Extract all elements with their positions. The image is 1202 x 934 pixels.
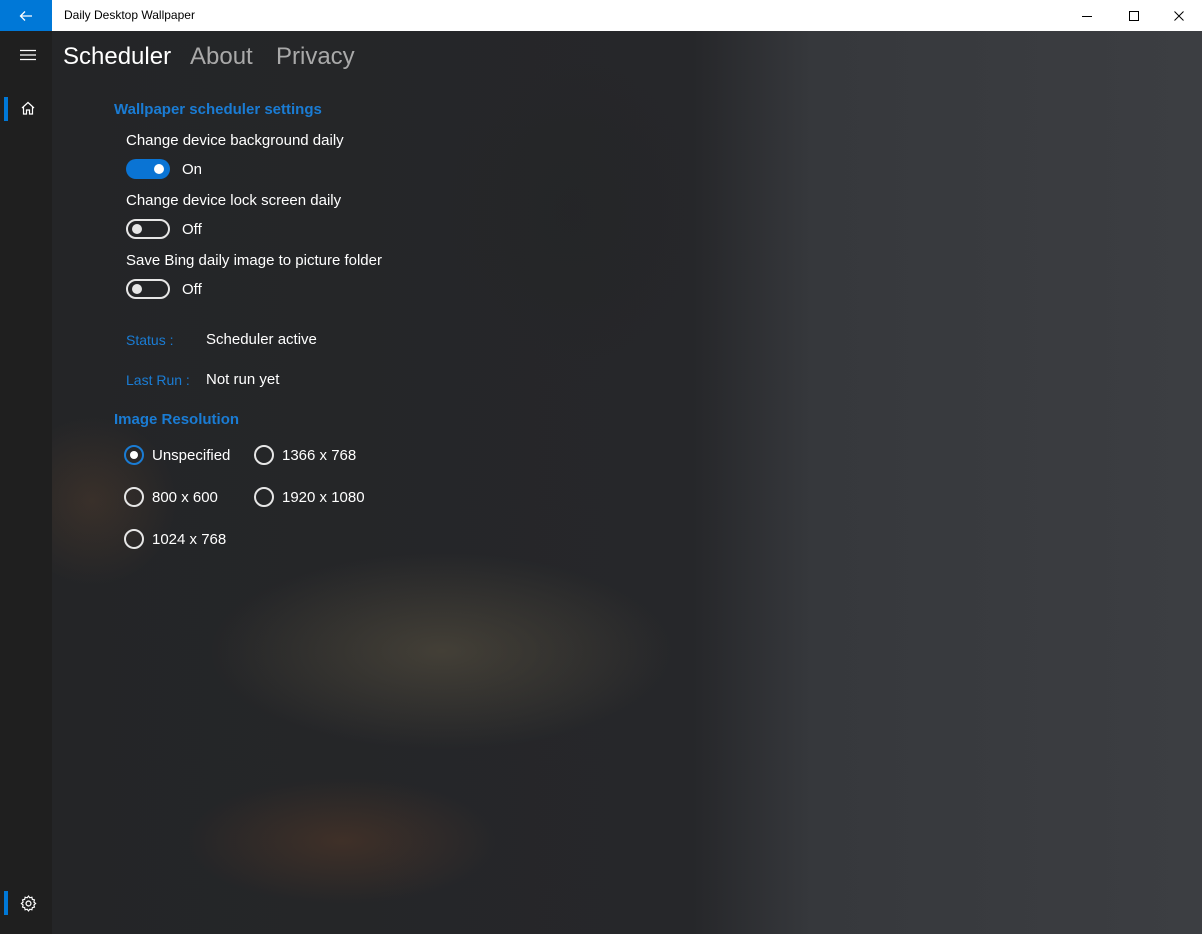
- nav-rail: [0, 31, 52, 934]
- toggle-knob: [132, 284, 142, 294]
- hamburger-menu-button[interactable]: [4, 35, 52, 75]
- save-image-toggle-label: Save Bing daily image to picture folder: [126, 252, 382, 269]
- toggle-knob: [154, 164, 164, 174]
- back-button[interactable]: [0, 0, 52, 31]
- radio-label-unspecified[interactable]: Unspecified: [152, 447, 230, 464]
- radio-unspecified[interactable]: [124, 445, 144, 465]
- last-run-value: Not run yet: [206, 371, 280, 388]
- last-run-key: Last Run :: [126, 372, 190, 388]
- radio-label-800x600[interactable]: 800 x 600: [152, 489, 218, 506]
- radio-label-1366x768[interactable]: 1366 x 768: [282, 447, 356, 464]
- save-image-toggle[interactable]: [126, 279, 170, 299]
- close-icon: [1174, 10, 1184, 21]
- nav-home-button[interactable]: [4, 88, 52, 128]
- background-toggle-label: Change device background daily: [126, 132, 344, 149]
- home-icon: [21, 101, 35, 115]
- radio-label-1024x768[interactable]: 1024 x 768: [152, 531, 226, 548]
- title-bar: Daily Desktop Wallpaper: [0, 0, 1202, 31]
- minimize-button[interactable]: [1064, 0, 1110, 31]
- app-title: Daily Desktop Wallpaper: [64, 8, 195, 22]
- lockscreen-daily-toggle[interactable]: [126, 219, 170, 239]
- close-button[interactable]: [1156, 0, 1202, 31]
- background-daily-toggle[interactable]: [126, 159, 170, 179]
- scheduler-settings-heading: Wallpaper scheduler settings: [114, 101, 322, 118]
- arrow-left-icon: [19, 10, 32, 21]
- radio-800x600[interactable]: [124, 487, 144, 507]
- tab-scheduler[interactable]: Scheduler: [63, 43, 171, 71]
- main-content: Scheduler About Privacy Wallpaper schedu…: [52, 31, 1202, 934]
- minimize-icon: [1082, 15, 1092, 17]
- radio-label-1920x1080[interactable]: 1920 x 1080: [282, 489, 365, 506]
- lockscreen-toggle-state: Off: [182, 221, 202, 238]
- nav-settings-button[interactable]: [4, 883, 52, 923]
- status-key: Status :: [126, 332, 174, 348]
- gear-icon: [19, 894, 37, 912]
- save-image-toggle-state: Off: [182, 281, 202, 298]
- radio-1920x1080[interactable]: [254, 487, 274, 507]
- hamburger-menu-icon: [20, 49, 36, 61]
- radio-1366x768[interactable]: [254, 445, 274, 465]
- maximize-icon: [1129, 10, 1139, 21]
- tab-privacy[interactable]: Privacy: [276, 43, 355, 71]
- radio-dot: [130, 451, 138, 459]
- status-value: Scheduler active: [206, 331, 317, 348]
- background-toggle-state: On: [182, 161, 203, 178]
- maximize-button[interactable]: [1111, 0, 1157, 31]
- toggle-knob: [132, 224, 142, 234]
- lockscreen-toggle-label: Change device lock screen daily: [126, 192, 342, 209]
- tab-about[interactable]: About: [190, 43, 253, 71]
- radio-1024x768[interactable]: [124, 529, 144, 549]
- image-resolution-heading: Image Resolution: [114, 411, 240, 428]
